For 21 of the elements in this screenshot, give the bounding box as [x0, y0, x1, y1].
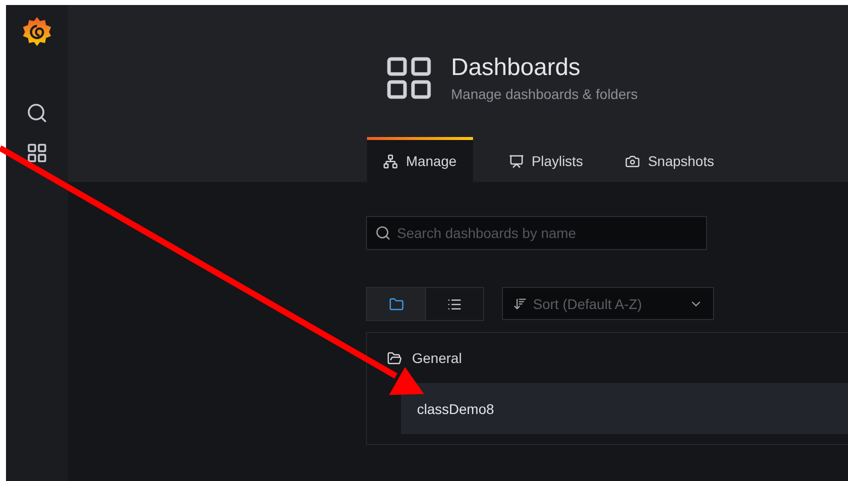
view-toggle[interactable]: [366, 287, 484, 321]
presentation-icon: [508, 154, 524, 168]
sort-icon: [513, 296, 527, 310]
sitemap-icon: [383, 154, 398, 168]
list-icon: [447, 296, 462, 312]
camera-icon: [624, 154, 640, 168]
dashboard-grid-icon: [387, 57, 431, 99]
search-field[interactable]: Search dashboards by name: [366, 216, 707, 250]
tab[interactable]: Snapshots: [608, 137, 730, 182]
folder-header[interactable]: General: [367, 333, 848, 383]
search-icon: [26, 102, 48, 124]
folder-open-icon: [387, 350, 402, 366]
page-subtitle: Manage dashboards & folders: [451, 86, 638, 102]
folder-icon: [388, 296, 404, 312]
dashboard-item[interactable]: classDemo8: [401, 383, 848, 434]
view-toggle-button[interactable]: [367, 288, 425, 320]
tab[interactable]: Manage: [367, 137, 473, 182]
search-icon: [375, 225, 391, 241]
tab[interactable]: Playlists: [492, 137, 599, 182]
grid-icon: [26, 142, 48, 164]
page-title: Dashboards: [451, 54, 582, 82]
